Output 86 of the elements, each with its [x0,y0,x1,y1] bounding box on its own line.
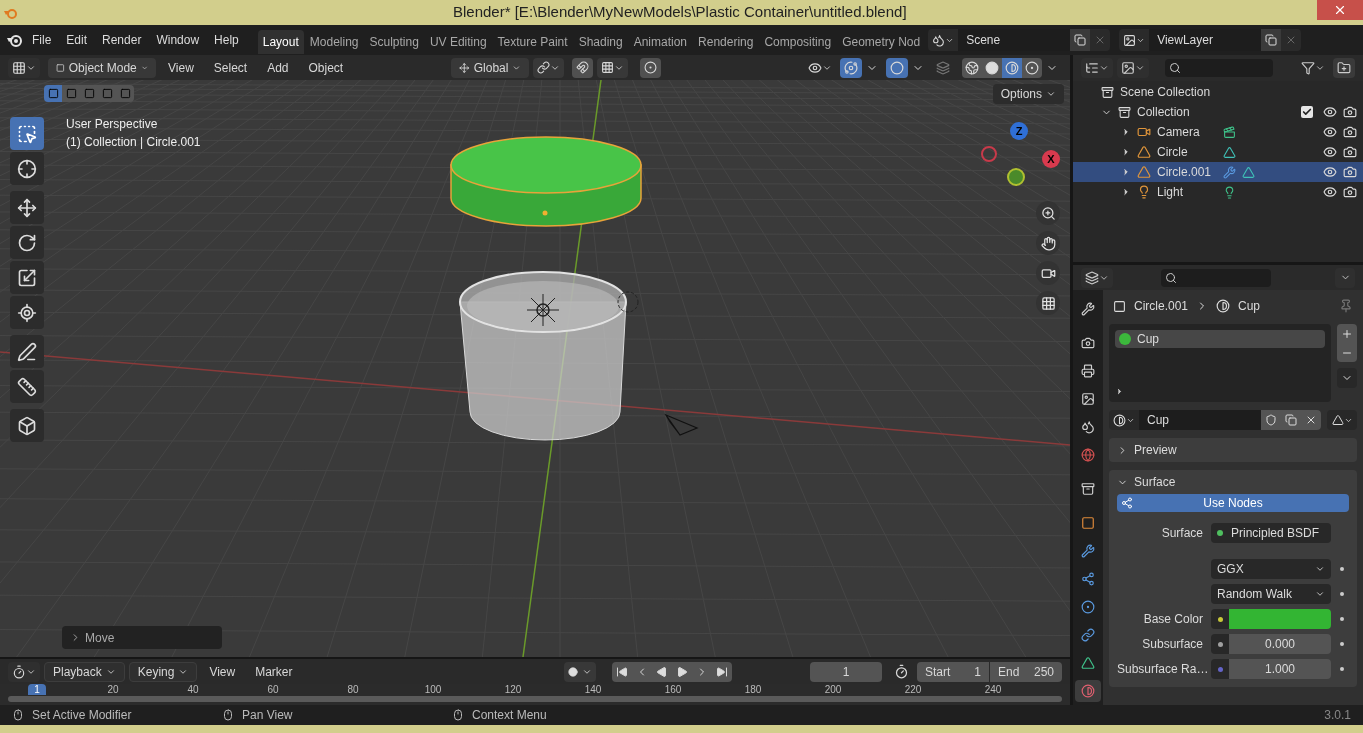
menu-item[interactable]: Render [95,29,149,51]
current-frame-marker[interactable]: 1 [28,684,46,695]
frame-label: 60 [266,684,280,695]
view-title: User Perspective [66,116,159,133]
number-field[interactable]: 0.000 [1229,634,1331,654]
outliner-row[interactable]: Camera [1073,122,1363,142]
workspace-tab[interactable]: UV Editing [424,30,492,54]
frame-label: 120 [503,684,523,695]
last-operator-panel[interactable]: Move [62,626,222,649]
outliner-row[interactable]: Circle.001 [1073,162,1363,182]
menu-item[interactable]: Marker [247,661,301,682]
frame-label: 140 [583,684,603,695]
workspace-tab[interactable]: Geometry Nod [837,30,926,54]
frame-label: 220 [903,684,923,695]
frame-label: 180 [743,684,763,695]
start-frame-field[interactable]: Start 1 [917,661,989,682]
menu-item[interactable]: View [160,57,202,78]
shader-field[interactable]: Principled BSDF [1211,523,1331,543]
version-label: 3.0.1 [1324,707,1351,724]
tree-item[interactable]: Scene Collection [1120,83,1211,101]
frame-label: 100 [423,684,443,695]
menu-item[interactable]: Playback [44,661,125,682]
workspace-tab[interactable]: Modeling [304,30,364,54]
status-hint: Context Menu [472,707,548,724]
view-subtitle: (1) Collection | Circle.001 [66,134,201,151]
dropdown[interactable]: GGX [1211,559,1331,579]
menu-item[interactable]: Edit [59,29,95,51]
material-name-field[interactable]: Cup [1139,410,1261,430]
tree-item[interactable]: Circle [1157,143,1217,161]
menu-item[interactable]: Keying [128,661,198,682]
frame-label: 240 [983,684,1003,695]
scene-field[interactable]: Scene [958,29,1071,51]
tree-item[interactable]: Camera [1157,123,1217,141]
use-nodes-button[interactable]: Use Nodes [1117,494,1349,512]
workspace-tab[interactable]: Sculpting [364,30,424,54]
orientation-dropdown[interactable]: Global [451,57,530,78]
slot-label: Cup [1137,331,1159,348]
outliner-row[interactable]: Circle [1073,142,1363,162]
property-label: Subsurface Ra… [1117,661,1210,678]
outliner-row[interactable]: Light [1073,182,1363,202]
workspace-tab[interactable]: Shading [573,30,628,54]
frame-label: 40 [186,684,200,695]
menu-item[interactable]: File [25,29,59,51]
dropdown[interactable]: Random Walk [1211,584,1331,604]
field-label: Start [925,663,951,681]
property-label: Subsurface [1141,636,1204,653]
frame-label: 200 [823,684,843,695]
end-frame-field[interactable]: End 250 [990,661,1062,682]
viewport[interactable]: User Perspective (1) Collection | Circle.001 Options Z X Move [0,80,1070,657]
breadcrumb-item: Circle.001 [1134,298,1189,315]
menu-item[interactable]: Select [205,57,256,78]
panel-header[interactable]: Surface [1109,470,1357,494]
field-value: 1 [974,663,981,681]
tree-item[interactable]: Circle.001 [1157,163,1217,181]
workspace-tab[interactable]: Animation [628,30,693,54]
tree-item[interactable]: Light [1157,183,1217,201]
z-axis-handle[interactable]: Z [1010,122,1028,140]
frame-label: 80 [346,684,360,695]
property-label: Surface [1160,525,1204,542]
material-slot[interactable]: Cup [1115,330,1325,348]
mode-dropdown[interactable]: Object Mode [48,57,156,78]
frame-label: 20 [106,684,120,695]
current-frame-field[interactable]: 1 [810,661,882,682]
window-title: Blender* [E:\Blender\MyNewModels\Plastic Container\untitled.blend] [453,2,907,23]
workspace-tab[interactable]: Layout [257,30,304,54]
menu-item[interactable]: Window [149,29,207,51]
workspace-tab[interactable]: Rendering [693,30,759,54]
tree-item[interactable]: Collection [1137,103,1190,121]
x-axis-handle[interactable]: X [1042,150,1060,168]
panel-header[interactable]: Preview [1109,438,1357,462]
frame-label: 160 [663,684,683,695]
options-dropdown[interactable]: Options [992,84,1064,104]
status-hint: Set Active Modifier [32,707,133,724]
property-label: Base Color [1142,611,1204,628]
breadcrumb-item: Cup [1238,298,1261,315]
menu-item[interactable]: Add [259,57,297,78]
workspace-tab[interactable]: Compositing [759,30,837,54]
view-layer-field[interactable]: ViewLayer [1149,29,1262,51]
menu-item[interactable]: Help [207,29,246,51]
field-value: 250 [1033,663,1054,681]
workspace-tab[interactable]: Texture Paint [492,30,573,54]
menu-item[interactable]: View [201,661,244,682]
field-label: End [998,663,1020,681]
menu-item[interactable]: Object [300,57,352,78]
status-hint: Pan View [242,707,294,724]
number-field[interactable]: 1.000 [1229,659,1331,679]
